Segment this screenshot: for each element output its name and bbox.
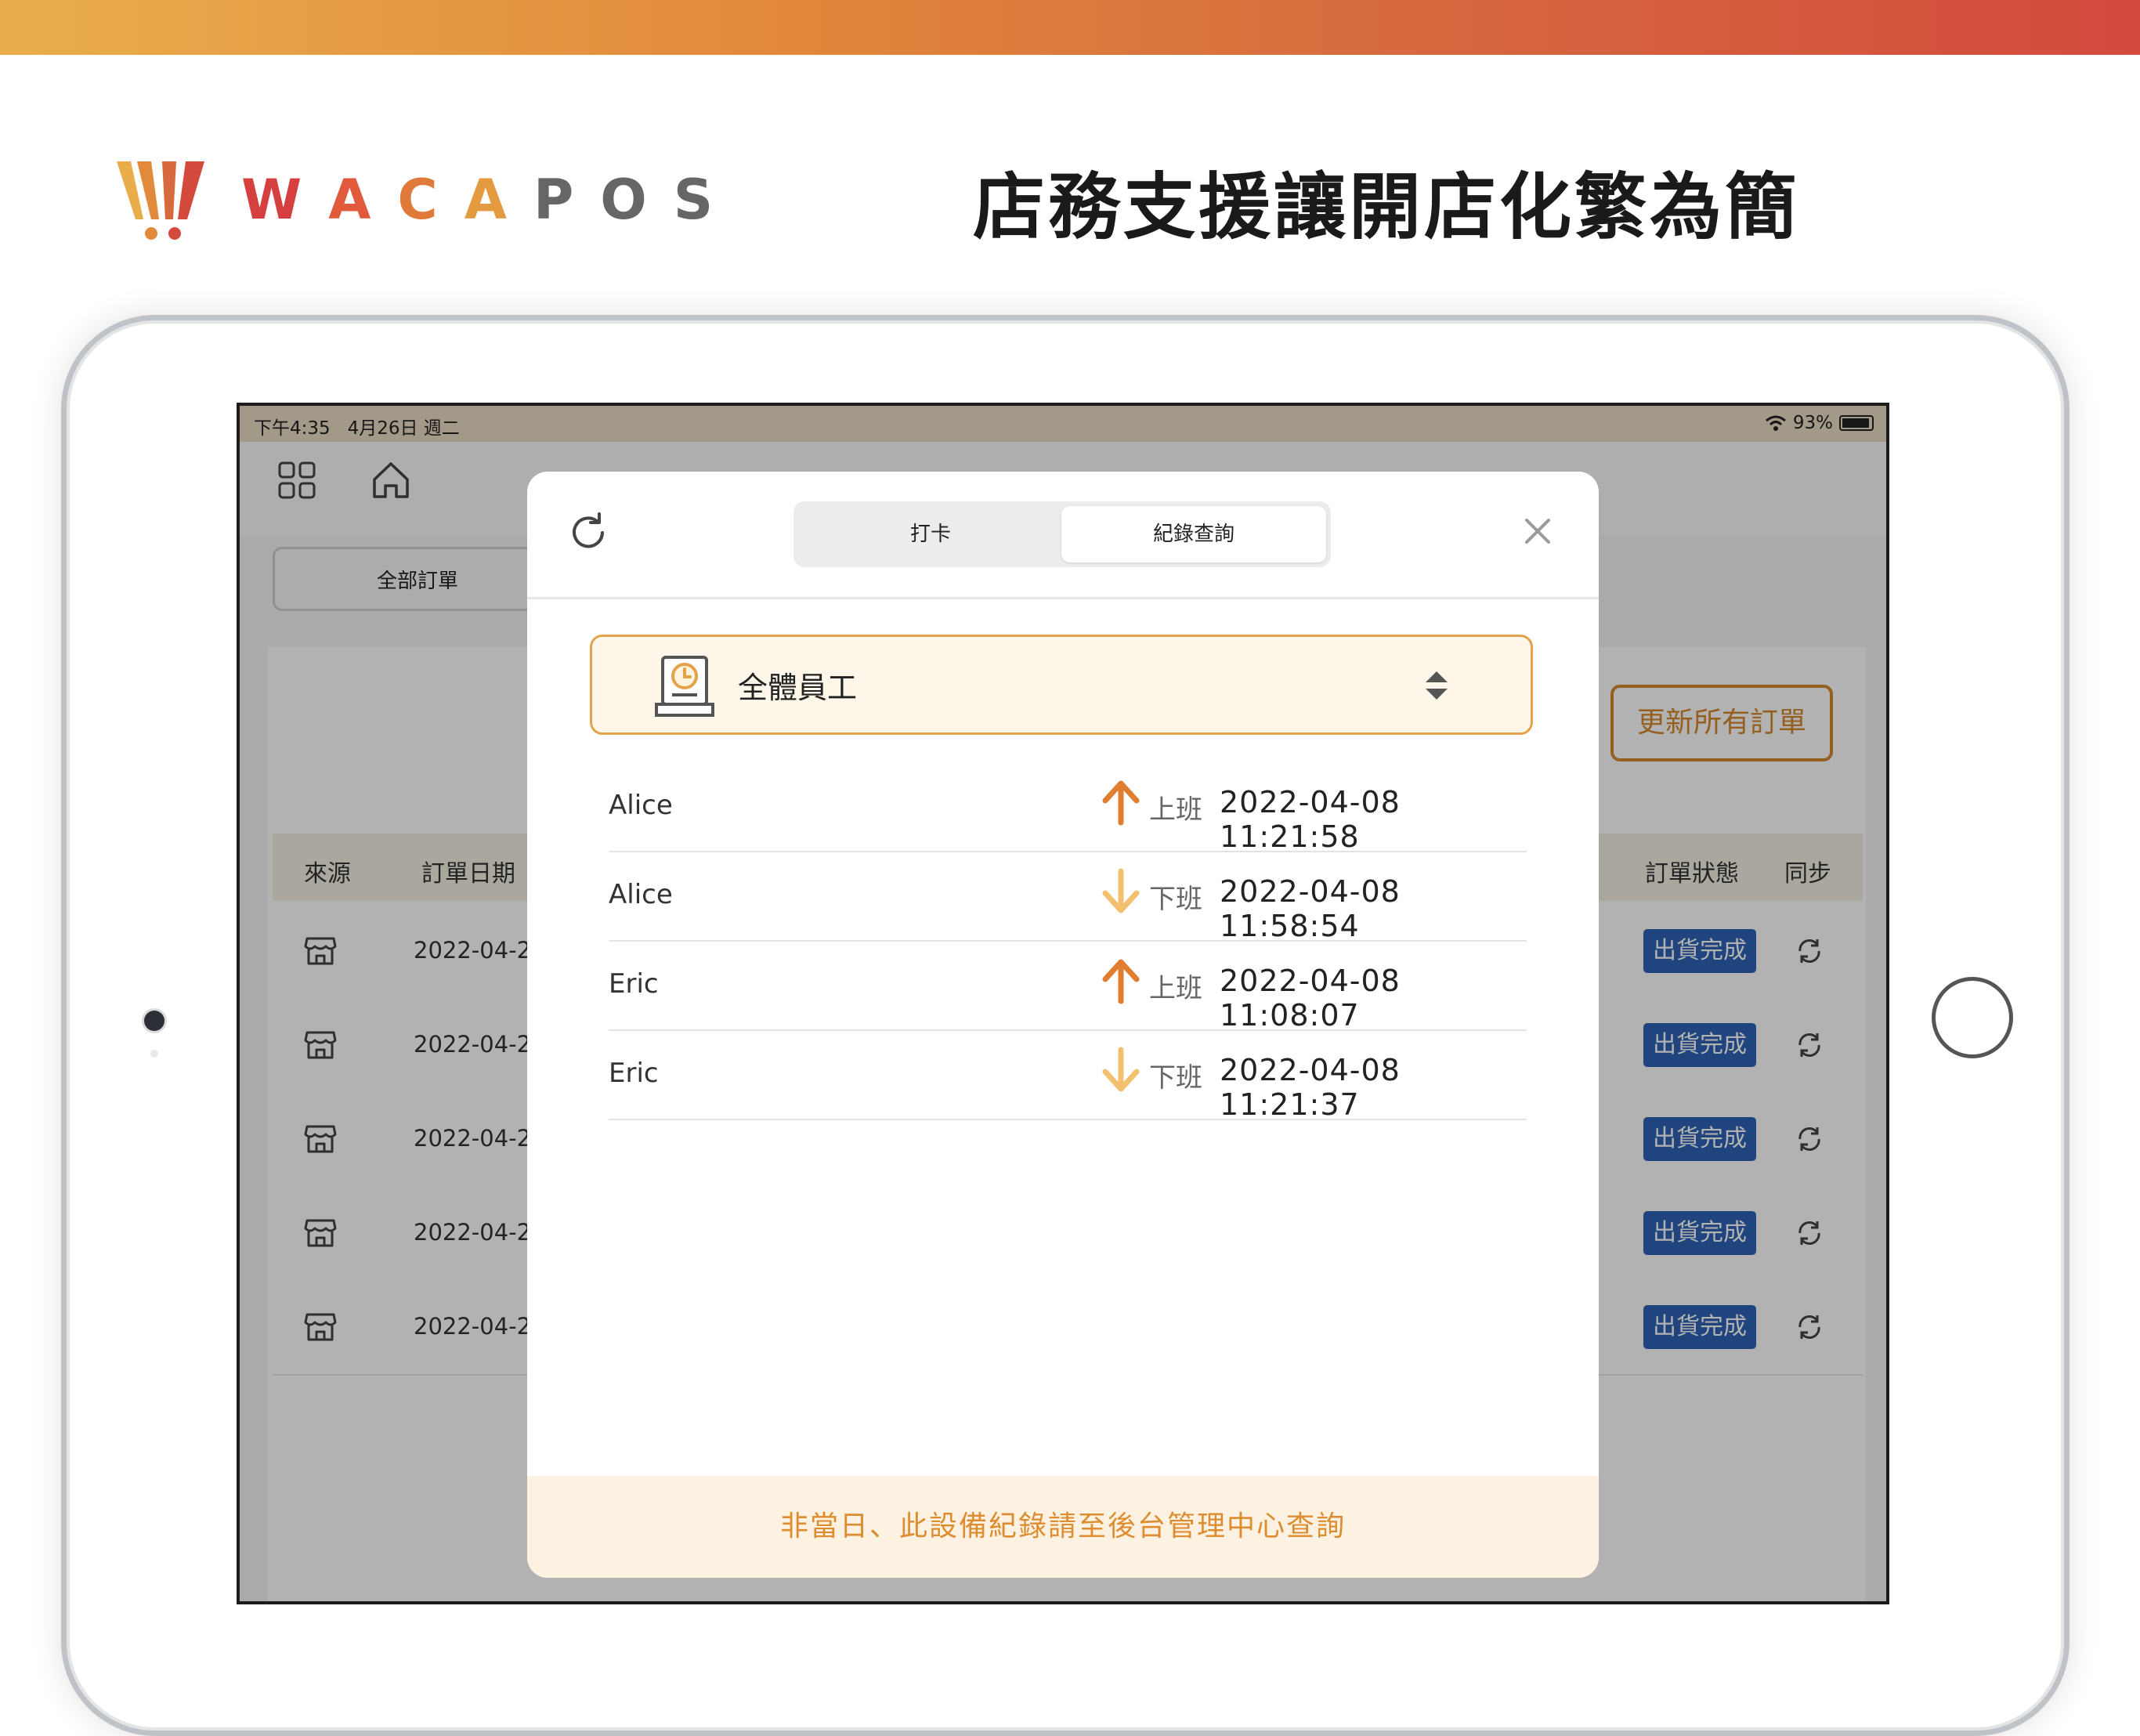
arrow-down-icon xyxy=(1102,868,1140,913)
logo-letter: A xyxy=(464,168,533,232)
record-type: 下班 xyxy=(1149,884,1202,915)
modal-footer-note: 非當日、此設備紀錄請至後台管理中心查詢 xyxy=(527,1476,1599,1578)
attendance-record: Eric 下班 2022-04-08 11:21:37 xyxy=(609,1029,1527,1122)
tab-clock-in[interactable]: 打卡 xyxy=(798,506,1063,562)
logo-letter: S xyxy=(673,168,740,232)
record-time: 2022-04-08 11:58:54 xyxy=(1220,874,1401,943)
tab-records[interactable]: 紀錄查詢 xyxy=(1061,506,1326,562)
arrow-down-icon xyxy=(1102,1047,1140,1092)
arrow-up-icon xyxy=(1102,780,1140,826)
record-name: Eric xyxy=(609,968,659,1000)
attendance-record: Alice 下班 2022-04-08 11:58:54 xyxy=(609,851,1527,943)
close-icon[interactable] xyxy=(1520,514,1555,548)
record-time: 2022-04-08 11:21:37 xyxy=(1220,1053,1401,1122)
employee-select[interactable]: 全體員工 xyxy=(590,635,1533,735)
logo-mark-icon xyxy=(117,161,204,240)
attendance-record: Eric 上班 2022-04-08 11:08:07 xyxy=(609,940,1527,1033)
attendance-record: Alice 上班 2022-04-08 11:21:58 xyxy=(609,761,1527,854)
brand-top-bar xyxy=(0,0,2140,55)
record-time: 2022-04-08 11:08:07 xyxy=(1220,964,1401,1033)
arrow-up-icon xyxy=(1102,959,1140,1004)
ipad-camera xyxy=(144,1011,164,1031)
ipad-sensor xyxy=(150,1050,158,1058)
record-name: Alice xyxy=(609,790,673,821)
logo-wordmark: W A C A P O S xyxy=(241,168,739,232)
modal-segmented-control: 打卡 紀錄查詢 xyxy=(793,501,1331,567)
modal-header: 打卡 紀錄查詢 xyxy=(527,472,1599,599)
record-type: 上班 xyxy=(1149,973,1202,1004)
record-name: Eric xyxy=(609,1058,659,1089)
time-clock-icon xyxy=(655,656,714,717)
ipad-screen: 下午4:35 4月26日 週二 93% 全部訂單 更新所有訂單 來源 訂單日期 … xyxy=(237,403,1889,1604)
employee-select-value: 全體員工 xyxy=(738,671,858,705)
headline: 店務支援讓開店化繁為簡 xyxy=(972,165,1800,249)
updown-caret-icon xyxy=(1426,671,1448,700)
logo-letter: A xyxy=(328,168,398,232)
record-name: Alice xyxy=(609,879,673,910)
record-type: 上班 xyxy=(1149,794,1202,826)
logo-letter: P xyxy=(533,168,601,232)
logo-letter: W xyxy=(241,168,329,232)
refresh-icon[interactable] xyxy=(566,511,610,555)
ipad-home-button[interactable] xyxy=(1932,977,2013,1058)
record-time: 2022-04-08 11:21:58 xyxy=(1220,785,1401,854)
logo-letter: C xyxy=(397,168,465,232)
logo-letter: O xyxy=(600,168,674,232)
attendance-modal: 打卡 紀錄查詢 全體員工 Alice 上班 2022-04-08 11:21:5… xyxy=(527,472,1599,1578)
wacapos-logo: W A C A P O S xyxy=(114,157,739,243)
record-type: 下班 xyxy=(1149,1062,1202,1094)
